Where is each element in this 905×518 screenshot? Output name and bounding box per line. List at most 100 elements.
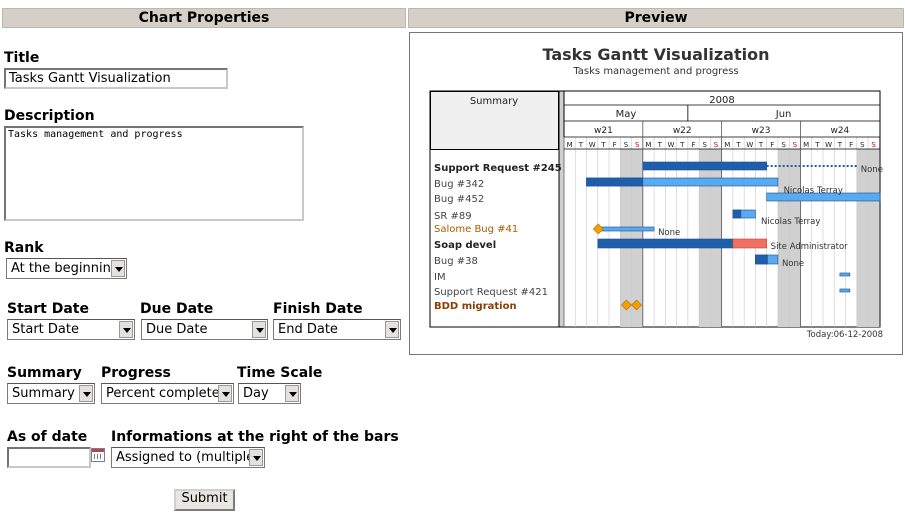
day-letter: M [567, 141, 573, 149]
week-label: w24 [830, 126, 849, 136]
year-label: 2008 [709, 95, 734, 106]
time-scale-label: Time Scale [237, 365, 323, 381]
chevron-down-icon [218, 385, 232, 402]
day-letter: S [860, 141, 865, 149]
task-bar [839, 272, 851, 277]
day-letter: M [724, 141, 730, 149]
day-letter: S [635, 141, 640, 149]
chevron-down-icon [249, 449, 263, 466]
day-letter: T [837, 141, 843, 149]
day-letter: F [613, 141, 617, 149]
preview-header: Preview [408, 8, 904, 28]
week-label: w23 [752, 126, 771, 136]
rank-select[interactable]: At the beginning [6, 258, 127, 279]
description-textarea[interactable]: Tasks management and progress [4, 126, 304, 221]
gantt-chart: Tasks Gantt Visualization Tasks manageme… [429, 45, 883, 340]
task-progress-bar [586, 177, 644, 187]
rank-label: Rank [4, 240, 44, 256]
progress-select[interactable]: Percent complete [101, 383, 234, 404]
task-assignee: Site Administrator [771, 242, 848, 252]
day-letter: M [645, 141, 651, 149]
weekend-band [868, 149, 880, 327]
weekend-band [856, 149, 869, 327]
day-letter: F [849, 141, 853, 149]
informations-select[interactable]: Assigned to (multiple) [111, 447, 265, 468]
task-progress-bar [732, 209, 742, 219]
gantt-preview: Tasks Gantt Visualization Tasks manageme… [409, 32, 903, 355]
summary-select[interactable]: Summary [7, 383, 95, 404]
week-label: w21 [594, 126, 613, 136]
time-scale-select[interactable]: Day [238, 383, 301, 404]
task-assignee: Nicolas Terray [784, 186, 843, 196]
task-name: Soap devel [434, 240, 496, 251]
task-name: Bug #342 [434, 179, 484, 190]
weekend-band [699, 149, 711, 327]
weekend-band [710, 149, 722, 327]
due-date-select-value: Due Date [146, 322, 208, 337]
today-label: Today:06-12-2008 [806, 330, 883, 340]
day-letter: T [758, 141, 764, 149]
task-bar [597, 226, 655, 232]
start-date-select[interactable]: Start Date [7, 319, 135, 340]
day-letter: M [803, 141, 809, 149]
weekend-band [789, 149, 801, 327]
day-letter: S [781, 141, 786, 149]
day-letter: W [746, 141, 753, 149]
title-label: Title [4, 50, 40, 66]
task-assignee: Nicolas Terray [761, 217, 820, 227]
chart-properties-header: Chart Properties [2, 8, 406, 28]
day-letter: T [578, 141, 584, 149]
task-name: Salome Bug #41 [434, 224, 518, 235]
task-progress-bar [755, 254, 768, 265]
day-letter: F [691, 141, 695, 149]
task-name: Support Request #245 [434, 163, 562, 174]
calendar-icon[interactable] [91, 448, 105, 462]
task-name: BDD migration [434, 301, 517, 312]
task-name: SR #89 [434, 211, 472, 222]
gantt-title: Tasks Gantt Visualization [543, 45, 770, 64]
finish-date-label: Finish Date [273, 301, 363, 317]
day-letter: T [735, 141, 741, 149]
day-letter: T [814, 141, 820, 149]
day-letter: S [714, 141, 719, 149]
chevron-down-icon [252, 321, 266, 338]
finish-date-select[interactable]: End Date [273, 319, 401, 340]
chevron-down-icon [285, 385, 299, 402]
start-date-select-value: Start Date [12, 322, 79, 337]
task-name: Support Request #421 [434, 287, 548, 298]
as-of-date-input[interactable] [7, 447, 91, 468]
title-input[interactable]: Tasks Gantt Visualization [4, 68, 228, 89]
day-letter: W [589, 141, 596, 149]
task-late-bar [732, 238, 767, 249]
progress-label: Progress [101, 365, 171, 381]
progress-select-value: Percent complete [106, 386, 220, 401]
day-letter: S [793, 141, 798, 149]
task-bar [642, 161, 767, 171]
day-letter: T [657, 141, 663, 149]
day-letter: F [770, 141, 774, 149]
day-letter: T [679, 141, 685, 149]
task-assignee: None [658, 228, 680, 238]
as-of-date-label: As of date [7, 429, 88, 445]
due-date-select[interactable]: Due Date [141, 319, 268, 340]
due-date-label: Due Date [140, 301, 214, 317]
task-name: Bug #452 [434, 194, 484, 205]
week-label: w22 [673, 126, 692, 136]
finish-date-select-value: End Date [278, 322, 338, 337]
weekend-band [777, 149, 790, 327]
summary-select-value: Summary [12, 386, 75, 401]
chevron-down-icon [79, 385, 93, 402]
task-bar [597, 238, 734, 249]
month-label: Jun [775, 109, 792, 120]
chevron-down-icon [385, 321, 399, 338]
day-letter: S [703, 141, 708, 149]
day-letter: W [668, 141, 675, 149]
task-bar [839, 288, 851, 293]
chevron-down-icon [111, 260, 125, 277]
summary-header: Summary [470, 96, 518, 107]
task-name: IM [434, 272, 446, 283]
day-letter: W [825, 141, 832, 149]
time-scale-select-value: Day [243, 386, 269, 401]
task-name: Bug #38 [434, 256, 478, 267]
submit-button[interactable]: Submit [174, 489, 235, 511]
